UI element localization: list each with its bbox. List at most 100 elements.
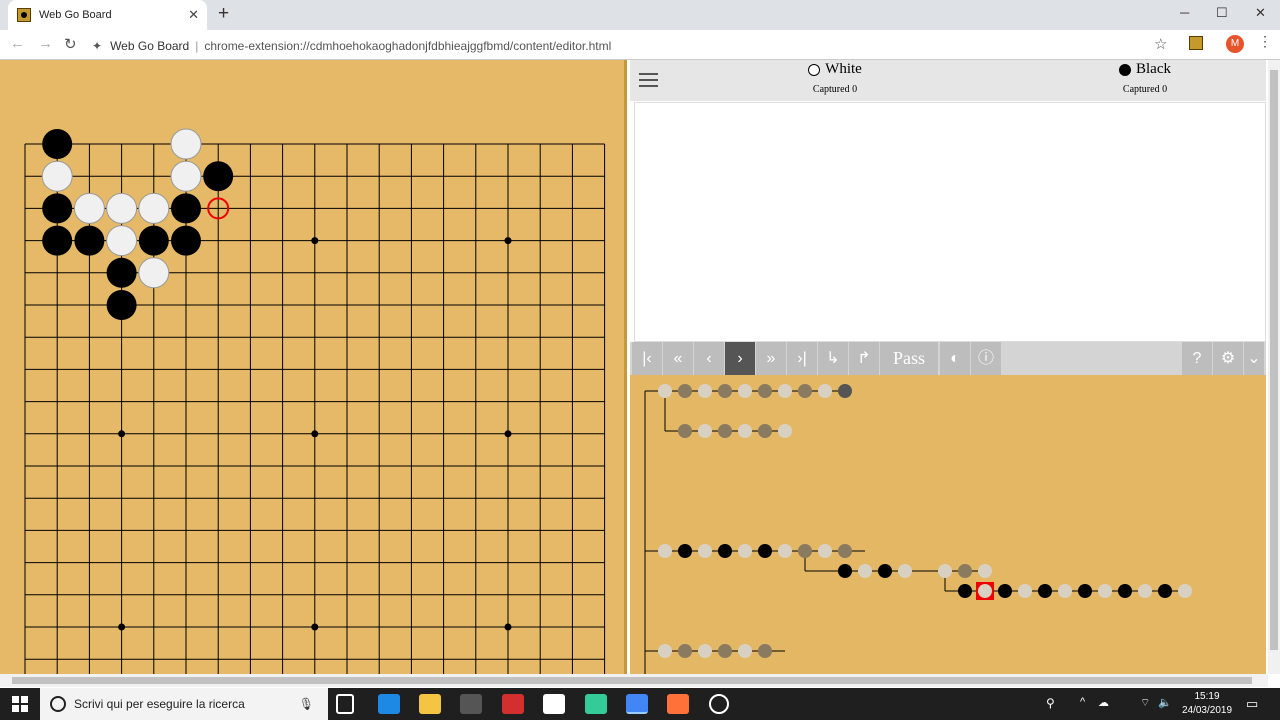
white-name: White: [825, 61, 862, 77]
reload-icon[interactable]: ↻: [64, 35, 77, 53]
back-nav-icon[interactable]: ←: [10, 35, 25, 52]
branch-right-icon[interactable]: ↱: [849, 342, 879, 375]
game-tree[interactable]: [630, 375, 1266, 674]
close-tab-icon[interactable]: ✕: [188, 7, 199, 23]
first-move-button[interactable]: |‹: [632, 342, 662, 375]
info-icon[interactable]: ⓘ: [971, 342, 1001, 375]
hamburger-menu-icon[interactable]: [639, 73, 658, 87]
black-name: Black: [1136, 61, 1171, 77]
black-stone[interactable]: [106, 290, 137, 320]
gift-icon[interactable]: [502, 694, 524, 714]
new-tab-icon[interactable]: +: [218, 3, 229, 25]
notifications-icon[interactable]: ▭: [1246, 696, 1258, 712]
onedrive-icon[interactable]: ☁: [1098, 696, 1109, 709]
edge-icon[interactable]: [378, 694, 400, 714]
black-captured: Captured 0: [1122, 84, 1168, 95]
extension-puzzle-icon: ✦: [92, 38, 103, 53]
black-stone[interactable]: [42, 129, 73, 159]
forward-nav-icon[interactable]: →: [38, 35, 53, 52]
windows-start-icon[interactable]: [12, 696, 28, 712]
white-player: White Captured 0: [780, 61, 890, 95]
white-stone[interactable]: [138, 257, 170, 289]
favicon-icon: [17, 8, 31, 22]
bookmark-star-icon[interactable]: ☆: [1154, 35, 1167, 53]
stone-color-icon[interactable]: ◐: [940, 342, 970, 375]
help-icon[interactable]: ?: [1182, 342, 1212, 375]
forward-many-button[interactable]: »: [756, 342, 786, 375]
vertical-scrollbar[interactable]: [1268, 60, 1280, 674]
tree-nodes[interactable]: [658, 384, 1192, 658]
white-stone[interactable]: [106, 225, 138, 257]
white-stone[interactable]: [106, 192, 138, 224]
maximize-icon[interactable]: ☐: [1216, 5, 1228, 21]
navigation-toolbar: |‹ « ‹ › » ›| ↳ ↱ Pass ◐ ⓘ ? ⚙ ⌄: [630, 342, 1266, 375]
file-explorer-icon[interactable]: [419, 694, 441, 714]
white-stone[interactable]: [138, 192, 170, 224]
network-icon[interactable]: ⌔: [1140, 696, 1150, 710]
app-icon[interactable]: [585, 694, 607, 714]
obs-icon[interactable]: [709, 694, 729, 714]
page-content: White Captured 0 Black Captured 0 |‹ « ‹…: [0, 60, 1280, 674]
forward-button[interactable]: ›: [725, 342, 755, 375]
go-board[interactable]: [0, 60, 627, 674]
star-point: [311, 430, 319, 438]
search-placeholder: Scrivi qui per eseguire la ricerca: [74, 697, 245, 711]
black-stone[interactable]: [138, 225, 169, 256]
clock[interactable]: 15:19 24/03/2019: [1180, 690, 1234, 718]
star-point: [118, 430, 126, 438]
divider: |: [195, 38, 199, 53]
go-board-area[interactable]: [0, 60, 627, 674]
white-stone[interactable]: [73, 192, 105, 224]
tray-chevron-icon[interactable]: ^: [1080, 696, 1085, 708]
black-stone[interactable]: [74, 225, 105, 256]
black-stone[interactable]: [203, 161, 234, 192]
tab-strip: Web Go Board ✕ + ─ ☐ ✕: [0, 0, 1280, 30]
browser-tab[interactable]: Web Go Board ✕: [8, 0, 207, 30]
player-header: White Captured 0 Black Captured 0: [630, 60, 1266, 101]
minimize-icon[interactable]: ─: [1180, 5, 1189, 20]
microphone-icon[interactable]: 🎙: [299, 697, 314, 711]
game-tree-svg[interactable]: [630, 375, 1266, 674]
task-view-icon[interactable]: [336, 694, 354, 714]
omnibox[interactable]: ✦ Web Go Board | chrome-extension://cdmh…: [92, 33, 1178, 58]
white-stone[interactable]: [170, 128, 202, 160]
back-button[interactable]: ‹: [694, 342, 724, 375]
firefox-icon[interactable]: [667, 694, 689, 714]
black-stone[interactable]: [42, 193, 73, 224]
settings-gear-icon[interactable]: ⚙: [1213, 342, 1243, 375]
horizontal-scrollbar[interactable]: [0, 674, 1268, 687]
pass-button[interactable]: Pass: [880, 342, 938, 375]
chevron-down-icon[interactable]: ⌄: [1244, 342, 1264, 375]
chrome-icon[interactable]: [626, 694, 648, 714]
black-stone[interactable]: [171, 225, 201, 256]
site-label: Web Go Board: [110, 38, 190, 53]
more-menu-icon[interactable]: ⋮: [1258, 33, 1272, 50]
black-stone[interactable]: [171, 193, 201, 224]
people-icon[interactable]: ⚲: [1046, 696, 1055, 710]
cortana-icon: [50, 696, 66, 712]
time: 15:19: [1194, 691, 1220, 702]
avatar[interactable]: M: [1226, 35, 1244, 53]
date: 24/03/2019: [1181, 705, 1233, 716]
branch-down-icon[interactable]: ↳: [818, 342, 848, 375]
black-stone[interactable]: [106, 257, 137, 288]
star-point: [311, 623, 319, 631]
comment-box[interactable]: [634, 102, 1266, 342]
black-stone-icon: [1119, 63, 1131, 76]
taskbar-search[interactable]: Scrivi qui per eseguire la ricerca 🎙: [40, 688, 328, 720]
extension-icon[interactable]: [1189, 36, 1203, 50]
white-stone[interactable]: [170, 160, 202, 192]
last-move-button[interactable]: ›|: [787, 342, 817, 375]
back-many-button[interactable]: «: [663, 342, 693, 375]
white-stone[interactable]: [41, 160, 73, 192]
address-bar: ← → ↻ ✦ Web Go Board | chrome-extension:…: [0, 30, 1280, 60]
black-stone[interactable]: [42, 225, 73, 256]
mail-icon[interactable]: [543, 694, 565, 714]
star-point: [504, 237, 512, 245]
store-icon[interactable]: [460, 694, 482, 714]
white-captured: Captured 0: [812, 84, 858, 95]
close-window-icon[interactable]: ✕: [1255, 5, 1266, 21]
white-stone-icon: [808, 63, 821, 76]
volume-icon[interactable]: 🔈: [1158, 696, 1172, 709]
star-point: [118, 623, 126, 631]
